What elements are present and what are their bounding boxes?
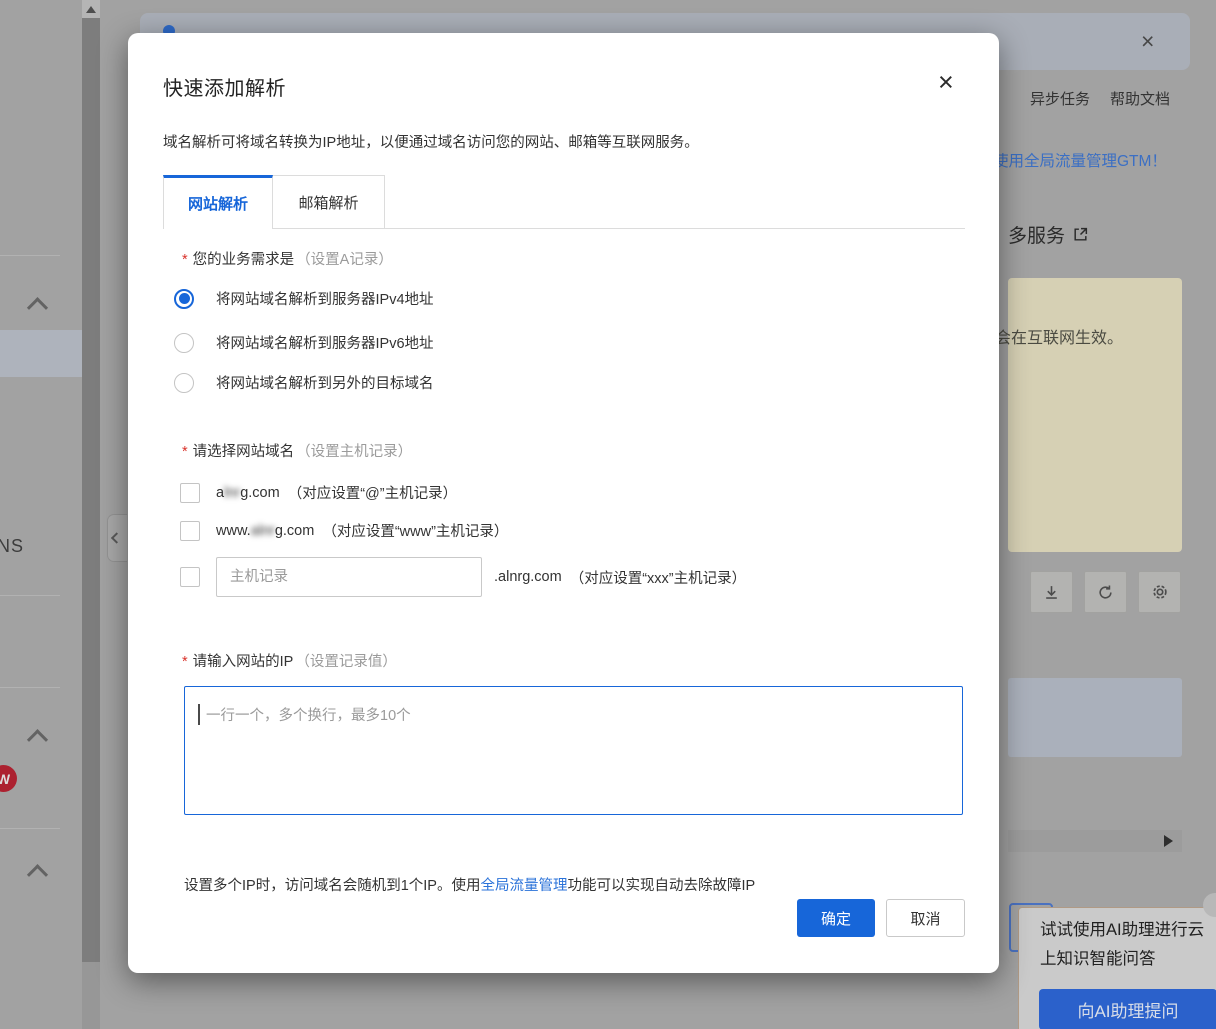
host-record-input[interactable] [216, 557, 482, 597]
page-canvas: NS W × 异步任务 帮助文档 使用全局流量管理GTM！ 多服务 会在互联网生… [0, 0, 1216, 1029]
tab-website-resolution[interactable]: 网站解析 [163, 175, 273, 229]
checkbox-row-root-domain[interactable]: alnrg.com （对应设置“@”主机记录） [180, 482, 457, 503]
sidebar-collapse-chevron[interactable] [26, 724, 48, 746]
collapsed-row[interactable] [1008, 830, 1182, 852]
chevron-up-icon [26, 864, 47, 885]
dialog-tabs: 网站解析 邮箱解析 [163, 175, 965, 229]
settings-button[interactable] [1138, 571, 1181, 613]
business-need-label: *您的业务需求是（设置A记录） [182, 248, 393, 269]
async-tasks-link[interactable]: 异步任务 [1030, 88, 1090, 109]
website-ip-label: *请输入网站的IP（设置记录值） [182, 650, 397, 671]
promo-text: 会在互联网生效。 [995, 324, 1123, 348]
refresh-button[interactable] [1084, 571, 1127, 613]
radio-unselected-icon[interactable] [174, 373, 194, 393]
sidebar-divider [0, 828, 60, 829]
refresh-icon [1097, 584, 1114, 601]
download-icon [1043, 584, 1060, 601]
checkbox-icon[interactable] [180, 521, 200, 541]
checkbox-icon[interactable] [180, 567, 200, 587]
sidebar-item-ns-label: NS [0, 536, 24, 557]
promo-panel [1008, 278, 1182, 552]
header-links: 异步任务 帮助文档 [1030, 88, 1182, 109]
radio-unselected-icon[interactable] [174, 333, 194, 353]
dialog-close-icon[interactable]: × [938, 69, 954, 96]
arrow-up-icon [86, 6, 96, 13]
select-domain-label: *请选择网站域名（设置主机记录） [182, 440, 412, 461]
brand-badge: W [0, 765, 17, 792]
cancel-button[interactable]: 取消 [886, 899, 965, 937]
dialog-description: 域名解析可将域名转换为IP地址，以便通过域名访问您的网站、邮箱等互联网服务。 [163, 131, 699, 152]
radio-option-ipv4[interactable]: 将网站域名解析到服务器IPv4地址 [174, 288, 434, 309]
sidebar-divider [0, 595, 60, 596]
ai-assistant-text: 试试使用AI助理进行云 上知识智能问答 [1040, 916, 1204, 974]
gtm-promo-link[interactable]: 使用全局流量管理GTM！ [993, 149, 1167, 171]
redacted-text: lnr [224, 485, 240, 501]
quick-add-dns-dialog: 快速添加解析 × 域名解析可将域名转换为IP地址，以便通过域名访问您的网站、邮箱… [128, 33, 999, 973]
dialog-title: 快速添加解析 [163, 72, 286, 101]
sidebar-divider [0, 255, 60, 256]
confirm-button[interactable]: 确定 [797, 899, 875, 937]
sidebar-collapse-chevron[interactable] [26, 292, 48, 314]
checkbox-icon[interactable] [180, 483, 200, 503]
sidebar-divider [0, 687, 60, 688]
radio-option-cname[interactable]: 将网站域名解析到另外的目标域名 [174, 372, 434, 393]
help-docs-link[interactable]: 帮助文档 [1110, 88, 1170, 109]
redacted-text: alnr [251, 523, 275, 539]
sidebar-collapse-chevron[interactable] [26, 859, 48, 881]
expand-arrow-icon[interactable] [1164, 835, 1173, 847]
radio-selected-icon[interactable] [174, 289, 194, 309]
panel-collapse-handle[interactable] [107, 514, 127, 562]
multi-ip-note: 设置多个IP时，访问域名会随机到1个IP。使用全局流量管理功能可以实现自动去除故… [184, 874, 755, 895]
checkbox-row-custom-host[interactable]: .alnrg.com （对应设置“xxx”主机记录） [180, 557, 746, 597]
radio-option-ipv6[interactable]: 将网站域名解析到服务器IPv6地址 [174, 332, 434, 353]
scrollbar-up-button[interactable] [82, 0, 100, 18]
checkbox-row-www-domain[interactable]: www.alnrg.com （对应设置“www”主机记录） [180, 520, 508, 541]
more-services-heading: 多服务 [1008, 221, 1089, 248]
text-caret [198, 704, 200, 725]
gear-icon [1151, 583, 1169, 601]
download-button[interactable] [1030, 571, 1073, 613]
sidebar-item-selected[interactable] [0, 330, 82, 377]
gtm-feature-link[interactable]: 全局流量管理 [480, 878, 567, 894]
tabbar-divider [385, 175, 965, 229]
ask-ai-assistant-button[interactable]: 向AI助理提问 [1039, 989, 1216, 1029]
banner-close-icon[interactable]: × [1141, 28, 1154, 55]
background-card [1008, 678, 1182, 757]
chevron-up-icon [26, 729, 47, 750]
scrollbar-thumb[interactable] [82, 18, 100, 962]
external-link-icon [1072, 226, 1089, 243]
chevron-up-icon [26, 297, 47, 318]
chevron-left-icon [110, 532, 121, 543]
tab-email-resolution[interactable]: 邮箱解析 [273, 175, 385, 229]
ip-address-textarea[interactable] [184, 686, 963, 815]
